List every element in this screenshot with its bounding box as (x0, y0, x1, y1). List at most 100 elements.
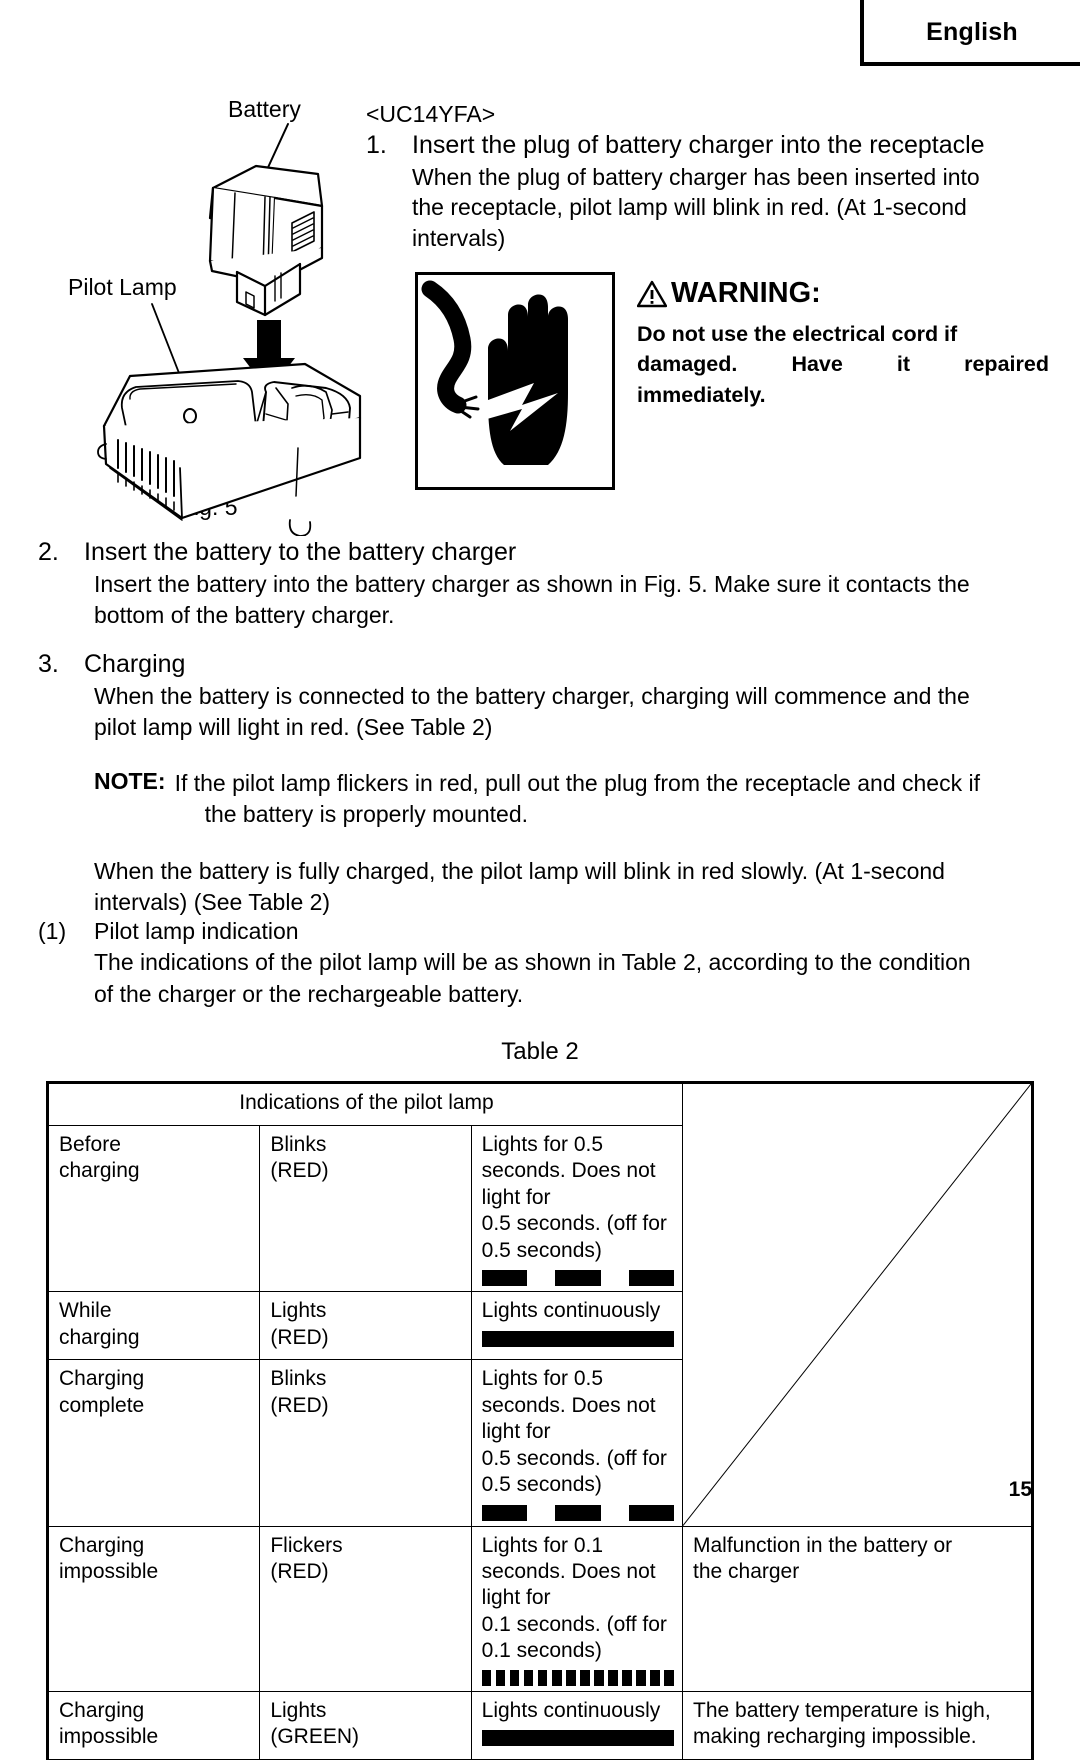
figure-5: Battery Pilot Lamp Fig. 5 (60, 96, 410, 536)
step-1-number: 1. (366, 130, 387, 159)
step-3-block: 3. Charging When the battery is connecte… (38, 648, 1048, 919)
state-line-2: impossible (59, 1559, 159, 1583)
blink-pattern-graphic (481, 1270, 675, 1287)
state-line-2: charging (59, 1325, 140, 1349)
warning-body-line-3: immediately. (637, 382, 766, 407)
step-2-body-line-1: Insert the battery into the battery char… (94, 571, 970, 597)
note-line-2: the charger (693, 1559, 800, 1583)
blink-pattern-graphic (481, 1504, 675, 1521)
step-2-number: 2. (38, 538, 59, 566)
note-label: NOTE: (94, 767, 166, 794)
table-row: Charging impossible Lights (GREEN) Light… (47, 1690, 1032, 1760)
mode-line-1: Lights (270, 1299, 327, 1323)
warning-title-row: WARNING: (637, 277, 1049, 310)
table-cell-description: Lights continuously (470, 1690, 684, 1760)
mode-line-1: Flickers (270, 1533, 343, 1557)
state-line-1: Charging (59, 1698, 145, 1722)
warning-body-line-1: Do not use the electrical cord if (637, 321, 958, 346)
mode-line-2: (RED) (270, 1559, 329, 1583)
warning-body-line-2-b: Have (791, 352, 843, 377)
note-line-2: making recharging impossible. (693, 1725, 977, 1749)
warning-body: Do not use the electrical cord if damage… (637, 319, 1049, 411)
table-cell-description: Lights for 0.5 seconds. Does not light f… (470, 1124, 684, 1293)
mode-line-1: Blinks (270, 1367, 327, 1391)
table-cell-mode: Lights (RED) (259, 1291, 472, 1361)
electrical-shock-hand-icon (415, 272, 615, 490)
battery-charger-illustration (97, 123, 362, 536)
continuous-pattern-graphic (481, 1730, 674, 1747)
state-line-1: Before (59, 1133, 121, 1156)
model-number: <UC14YFA> (366, 101, 496, 127)
table-row: Charging impossible Flickers (RED) Light… (47, 1525, 1032, 1692)
note-row: NOTE: If the pilot lamp flickers in red,… (94, 768, 1048, 831)
table-empty-note-cell (682, 1083, 1032, 1527)
warning-triangle-icon (637, 280, 667, 308)
step-1-heading: Insert the plug of battery charger into … (412, 130, 985, 159)
continuous-pattern-graphic (481, 1330, 674, 1347)
mode-line-1: Lights (270, 1698, 327, 1722)
state-line-2: charging (59, 1159, 140, 1183)
substep-1-body-line-2: of the charger or the rechargeable batte… (94, 980, 524, 1007)
table-cell-note: Malfunction in the battery or the charge… (682, 1525, 1032, 1692)
step-3-heading-row: 3. Charging (38, 648, 1048, 681)
table-header-cell: Indications of the pilot lamp (48, 1083, 683, 1126)
substep-1-body-line-1: The indications of the pilot lamp will b… (94, 949, 971, 976)
warning-body-line-1-wrap: Do not use the electrical cord if (637, 319, 1049, 350)
language-tab: English (860, 0, 1080, 66)
step-1-body: When the plug of battery charger has bee… (412, 162, 1056, 254)
warning-body-line-2-c: it (896, 352, 911, 377)
table-cell-description: Lights continuously (470, 1291, 684, 1361)
step-3-after-line-1: When the battery is fully charged, the p… (94, 858, 945, 885)
substep-1-block: (1) Pilot lamp indication The indication… (38, 916, 1048, 1010)
table-cell-mode: Flickers (RED) (259, 1525, 472, 1692)
table-cell-mode: Blinks (RED) (259, 1124, 472, 1293)
desc-line-2: 0.1 seconds. (off for 0.1 seconds) (481, 1612, 667, 1663)
step-1-block: <UC14YFA> 1. Insert the plug of battery … (366, 100, 1056, 253)
substep-1-body: The indications of the pilot lamp will b… (94, 947, 1048, 1010)
step-2-block: 2. Insert the battery to the battery cha… (38, 536, 1048, 632)
table-cell-mode: Lights (GREEN) (259, 1690, 472, 1760)
table-header-row: Indications of the pilot lamp (48, 1083, 1032, 1527)
page-number: 15 (1008, 1478, 1032, 1501)
table-cell-state: While charging (47, 1291, 261, 1361)
warning-title-text: WARNING: (671, 277, 821, 309)
table-cell-description: Lights for 0.1 seconds. Does not light f… (470, 1525, 684, 1692)
warning-body-line-2-d: repaired (964, 352, 1049, 377)
warning-body-line-2-a: damaged. (637, 352, 738, 377)
pilot-lamp-indication-table: Indications of the pilot lamp Before cha… (46, 1081, 1034, 1760)
mode-line-2: (GREEN) (270, 1725, 359, 1749)
step-3-note: NOTE: If the pilot lamp flickers in red,… (94, 768, 1048, 831)
step-2-heading: Insert the battery to the battery charge… (84, 538, 517, 566)
mode-line-2: (RED) (270, 1325, 329, 1349)
step-1-body-line-3: intervals) (412, 224, 506, 251)
step-3-number: 3. (38, 650, 59, 678)
step-3-body-line-2: pilot lamp will light in red. (See Table… (94, 714, 493, 741)
step-3-after: When the battery is fully charged, the p… (94, 856, 1048, 919)
step-3-heading: Charging (84, 650, 186, 678)
note-line-1: If the pilot lamp flickers in red, pull … (174, 769, 980, 796)
table-cell-note: The battery temperature is high, making … (682, 1690, 1032, 1760)
mode-line-2: (RED) (270, 1393, 329, 1417)
state-line-1: Charging (59, 1367, 145, 1391)
step-1-body-line-1: When the plug of battery charger has bee… (412, 163, 980, 190)
language-tab-label: English (926, 17, 1018, 46)
step-2-body: Insert the battery into the battery char… (94, 569, 1048, 632)
mode-line-2: (RED) (270, 1159, 329, 1183)
substep-1-heading-row: (1) Pilot lamp indication (38, 916, 1048, 947)
note-line-1: The battery temperature is high, (693, 1698, 991, 1722)
step-2-body-line-2: bottom of the battery charger. (94, 602, 395, 629)
warning-block: WARNING: Do not use the electrical cord … (415, 272, 1055, 494)
step-2-heading-row: 2. Insert the battery to the battery cha… (38, 536, 1048, 569)
desc-line-1: Lights continuously (481, 1698, 661, 1722)
table-cell-state: Charging impossible (47, 1690, 261, 1760)
warning-body-line-2-wrap: damaged. Have it repaired (637, 349, 1049, 380)
warning-text: WARNING: Do not use the electrical cord … (637, 277, 1049, 411)
state-line-1: Charging (59, 1533, 145, 1557)
state-line-1: While (59, 1299, 112, 1323)
note-text: If the pilot lamp flickers in red, pull … (175, 768, 980, 831)
step-3-body-line-1: When the battery is connected to the bat… (94, 683, 970, 709)
flicker-pattern-graphic (481, 1669, 675, 1686)
desc-line-1: Lights continuously (481, 1299, 661, 1323)
step-3-after-line-2: intervals) (See Table 2) (94, 889, 331, 916)
substep-1-heading: Pilot lamp indication (94, 918, 299, 944)
